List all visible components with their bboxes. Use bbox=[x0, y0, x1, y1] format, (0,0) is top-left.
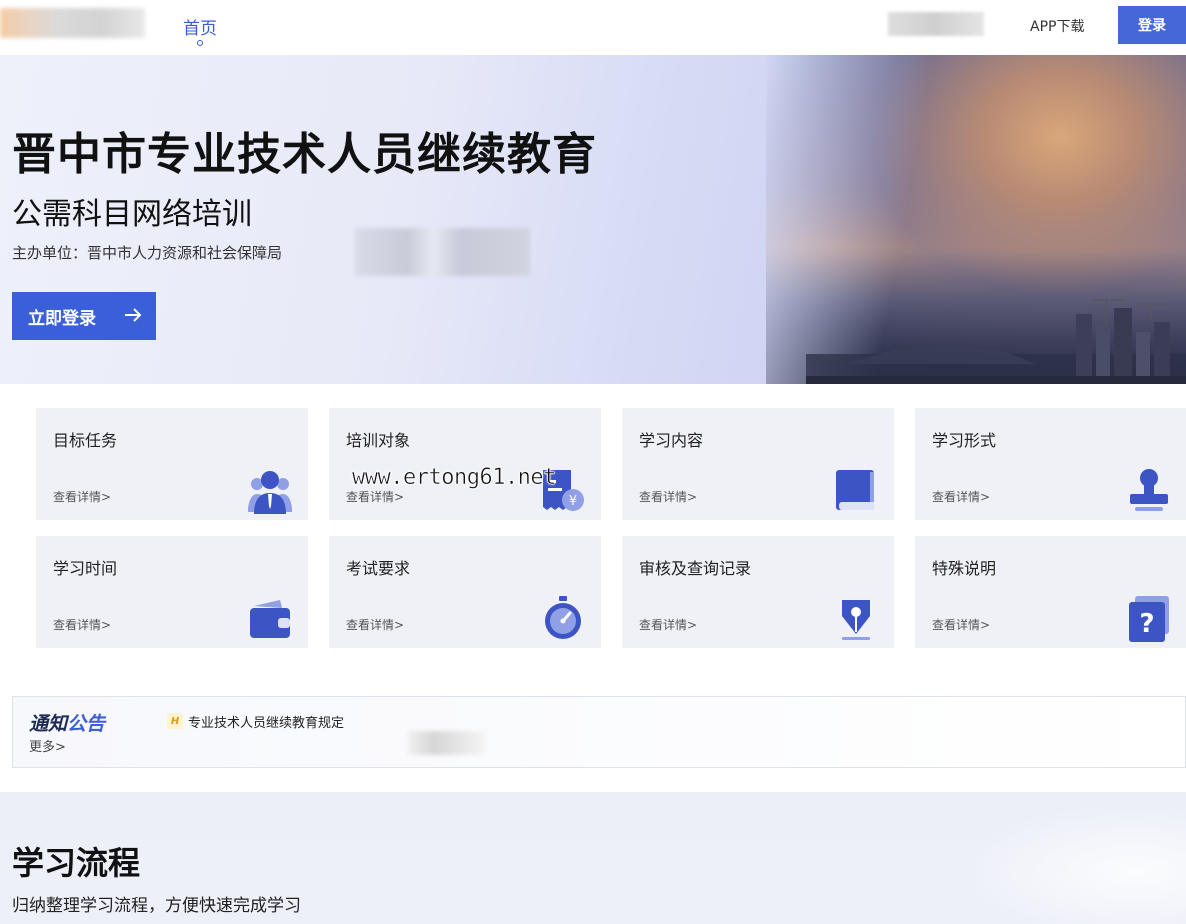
info-cards-panel: 目标任务 查看详情> 培训对象 查看详情> ¥ 学习内容 查看详情> 学习形式 … bbox=[12, 384, 1186, 672]
watermark-text: www.ertong61.net bbox=[352, 465, 557, 491]
svg-text:?: ? bbox=[1139, 609, 1154, 639]
arrow-right-icon bbox=[125, 308, 142, 322]
notice-heading-part2: 公告 bbox=[67, 713, 106, 735]
card-exam-requirement[interactable]: 考试要求 查看详情> bbox=[329, 536, 601, 648]
nav-active-indicator bbox=[197, 40, 203, 46]
card-title: 考试要求 bbox=[346, 559, 411, 578]
card-title: 审核及查询记录 bbox=[639, 559, 752, 578]
card-learning-time[interactable]: 学习时间 查看详情> bbox=[36, 536, 308, 648]
card-target-task[interactable]: 目标任务 查看详情> bbox=[36, 408, 308, 520]
top-header: 首页 APP下载 登录 bbox=[0, 0, 1186, 55]
card-special-notes[interactable]: 特殊说明 查看详情> ? bbox=[915, 536, 1186, 648]
section-subtitle: 归纳整理学习流程，方便快速完成学习 bbox=[12, 896, 301, 916]
card-more-link[interactable]: 查看详情> bbox=[639, 488, 697, 505]
decorative-background bbox=[926, 792, 1186, 924]
card-more-link[interactable]: 查看详情> bbox=[346, 616, 404, 633]
hot-badge-icon: H bbox=[167, 713, 183, 729]
notice-heading-part1: 通知 bbox=[29, 713, 68, 735]
card-title: 学习时间 bbox=[53, 559, 118, 578]
learning-process-section: 学习流程 归纳整理学习流程，方便快速完成学习 bbox=[0, 792, 1186, 924]
card-title: 培训对象 bbox=[346, 431, 411, 450]
card-title: 目标任务 bbox=[53, 431, 118, 450]
card-title: 学习内容 bbox=[639, 431, 704, 450]
pen-nib-icon bbox=[842, 600, 870, 640]
header-login-button[interactable]: 登录 bbox=[1118, 6, 1186, 44]
card-audit-records[interactable]: 审核及查询记录 查看详情> bbox=[622, 536, 894, 648]
card-more-link[interactable]: 查看详情> bbox=[932, 616, 990, 633]
users-icon bbox=[248, 471, 292, 514]
section-title: 学习流程 bbox=[12, 844, 141, 882]
card-title: 学习形式 bbox=[932, 431, 997, 450]
app-download-link[interactable]: APP下载 bbox=[1030, 16, 1084, 36]
card-title: 特殊说明 bbox=[932, 559, 997, 578]
card-more-link[interactable]: 查看详情> bbox=[639, 616, 697, 633]
question-icon: ? bbox=[1129, 596, 1169, 642]
organizer-text: 主办单位：晋中市人力资源和社会保障局 bbox=[12, 244, 283, 262]
svg-text:¥: ¥ bbox=[569, 494, 577, 509]
blurred-header-info bbox=[888, 12, 984, 36]
card-learning-form[interactable]: 学习形式 查看详情> bbox=[915, 408, 1186, 520]
login-now-label: 立即登录 bbox=[28, 308, 96, 328]
book-icon bbox=[836, 470, 874, 510]
card-training-target[interactable]: 培训对象 查看详情> ¥ bbox=[329, 408, 601, 520]
hero-banner: 晋中市专业技术人员继续教育 公需科目网络培训 主办单位：晋中市人力资源和社会保障… bbox=[0, 55, 1186, 384]
blurred-region bbox=[355, 228, 530, 276]
city-skyline-image bbox=[806, 298, 1186, 384]
notice-more-link[interactable]: 更多> bbox=[29, 736, 66, 755]
nav-home-link[interactable]: 首页 bbox=[183, 14, 217, 39]
card-more-link[interactable]: 查看详情> bbox=[53, 488, 111, 505]
site-logo[interactable] bbox=[0, 8, 145, 38]
login-now-button[interactable]: 立即登录 bbox=[12, 292, 156, 340]
notice-heading: 通知公告 bbox=[29, 709, 105, 736]
card-more-link[interactable]: 查看详情> bbox=[932, 488, 990, 505]
notice-bar: 通知公告 更多> H 专业技术人员继续教育规定 bbox=[12, 696, 1186, 768]
blurred-region bbox=[408, 731, 486, 755]
card-learning-content[interactable]: 学习内容 查看详情> bbox=[622, 408, 894, 520]
card-more-link[interactable]: 查看详情> bbox=[53, 616, 111, 633]
hero-title: 晋中市专业技术人员继续教育 bbox=[12, 129, 597, 180]
card-more-link[interactable]: 查看详情> bbox=[346, 488, 404, 505]
stopwatch-icon bbox=[545, 596, 581, 639]
wallet-icon bbox=[250, 600, 290, 638]
notice-item-link[interactable]: 专业技术人员继续教育规定 bbox=[188, 712, 344, 731]
hero-subtitle: 公需科目网络培训 bbox=[12, 197, 252, 232]
stamp-icon bbox=[1130, 469, 1168, 511]
